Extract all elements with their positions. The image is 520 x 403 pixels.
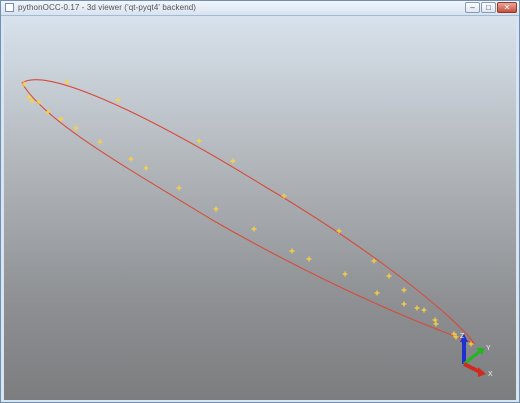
control-point-marker: [433, 321, 439, 327]
control-point-marker: [64, 79, 70, 85]
viewer-canvas[interactable]: Z Y X: [4, 16, 516, 400]
minimize-button[interactable]: –: [465, 2, 480, 13]
window-controls: – □ ✕: [465, 2, 517, 13]
control-point-marker: [432, 317, 438, 323]
control-point-marker: [401, 301, 407, 307]
control-point-marker: [401, 287, 407, 293]
close-button[interactable]: ✕: [497, 2, 517, 13]
control-point-marker: [230, 158, 236, 164]
app-icon: [5, 3, 14, 12]
control-point-marker: [36, 99, 42, 105]
axis-trihedron: Z Y X: [460, 333, 493, 378]
control-point-marker: [289, 248, 295, 254]
control-point-marker: [251, 226, 257, 232]
maximize-button[interactable]: □: [481, 2, 496, 13]
app-window: pythonOCC-0.17 - 3d viewer ('qt-pyqt4' b…: [0, 0, 520, 403]
control-point-marker: [281, 193, 287, 199]
control-point-marker: [421, 307, 427, 313]
control-point-marker: [386, 273, 392, 279]
3d-viewport[interactable]: Z Y X: [4, 16, 516, 400]
control-points: [21, 79, 474, 347]
x-axis: [463, 362, 481, 374]
control-point-marker: [115, 97, 121, 103]
control-point-marker: [97, 139, 103, 145]
control-point-marker: [196, 138, 202, 144]
control-point-marker: [374, 290, 380, 296]
z-axis-label: Z: [460, 333, 465, 340]
y-axis-label: Y: [486, 345, 491, 352]
control-point-marker: [73, 125, 79, 131]
control-point-marker: [128, 156, 134, 162]
window-title: pythonOCC-0.17 - 3d viewer ('qt-pyqt4' b…: [18, 3, 197, 12]
control-point-marker: [306, 256, 312, 262]
control-point-marker: [414, 305, 420, 311]
control-point-marker: [336, 228, 342, 234]
control-point-marker: [342, 271, 348, 277]
control-point-marker: [176, 185, 182, 191]
x-axis-label: X: [488, 371, 493, 378]
control-point-marker: [58, 116, 64, 122]
x-axis-arrow: [478, 367, 486, 377]
control-point-marker: [213, 206, 219, 212]
control-point-marker: [143, 165, 149, 171]
y-axis: [463, 350, 480, 366]
title-bar[interactable]: pythonOCC-0.17 - 3d viewer ('qt-pyqt4' b…: [1, 1, 519, 16]
